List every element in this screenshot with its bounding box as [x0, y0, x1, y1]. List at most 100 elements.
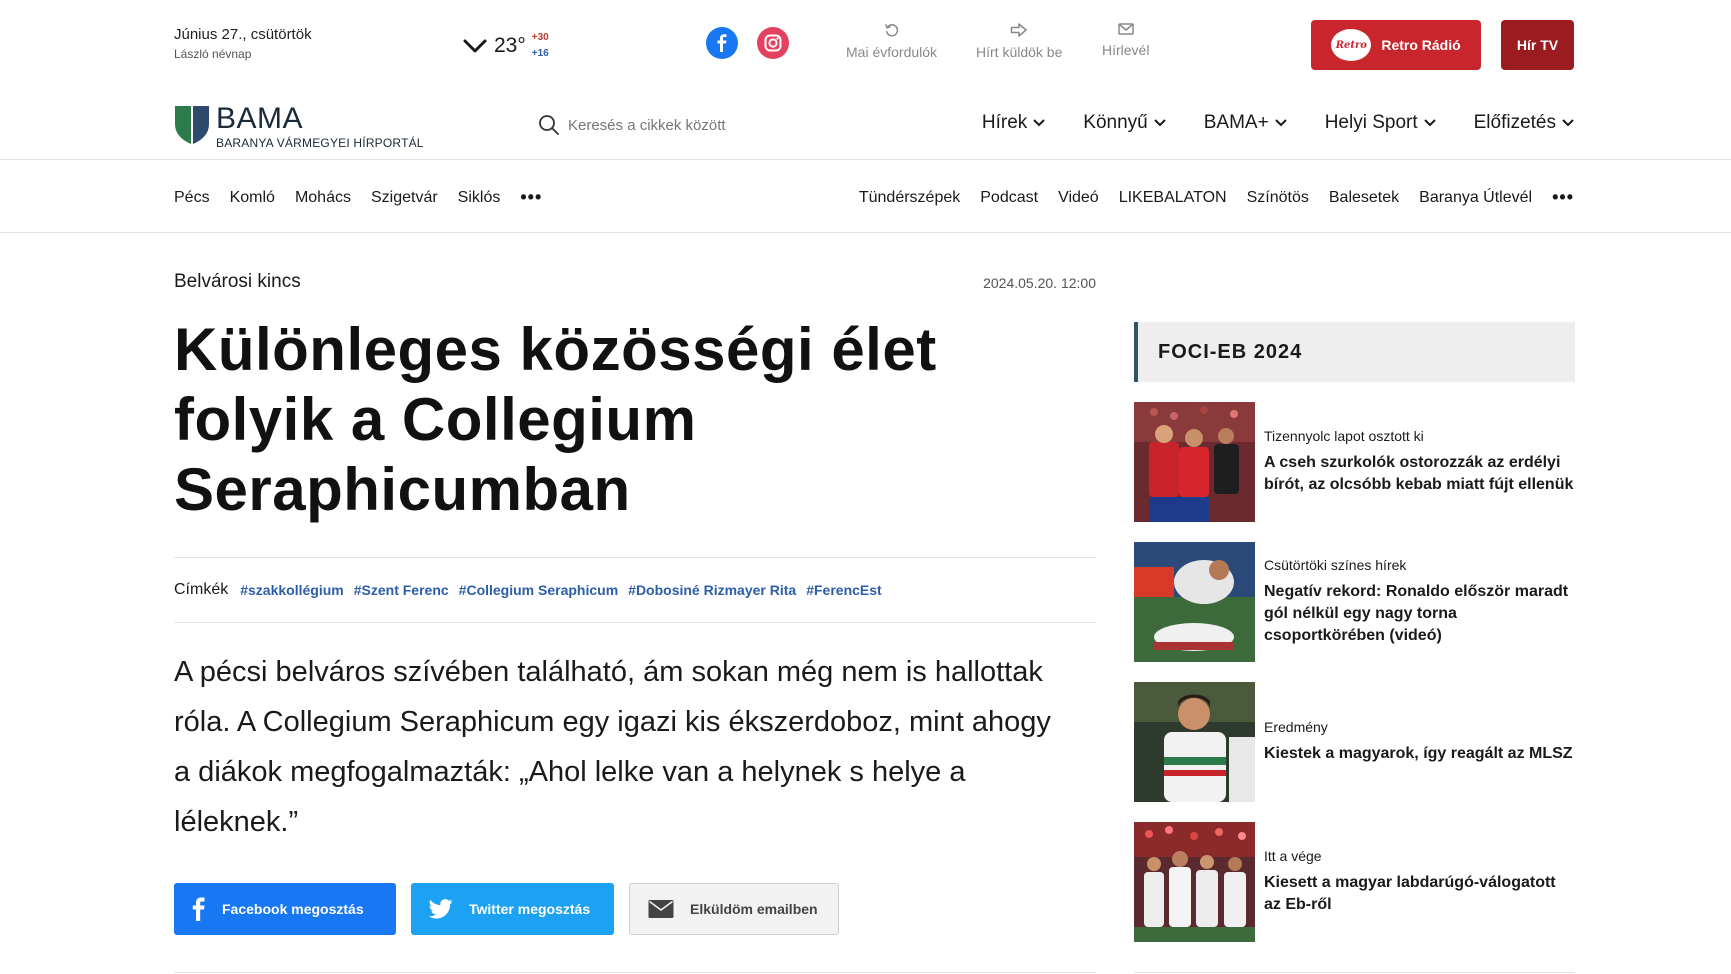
logo-subtitle: BARANYA VÁRMEGYEI HÍRPORTÁL	[216, 136, 424, 150]
nav-hirek-label: Hírek	[981, 112, 1028, 133]
nav-konnyu[interactable]: Könnyű	[1083, 112, 1166, 134]
team-players-image	[1134, 822, 1255, 942]
sidebar-news-item[interactable]: Tizennyolc lapot osztott ki A cseh szurk…	[1134, 402, 1575, 522]
search-icon	[539, 115, 559, 135]
subnav-item-video[interactable]: Videó	[1058, 189, 1099, 207]
nameday: László névnap	[174, 47, 252, 61]
sidebar-title: FOCI-EB 2024	[1134, 322, 1575, 382]
subnav-item-szinotos[interactable]: Színötös	[1247, 189, 1309, 207]
sidebar-news-item[interactable]: Eredmény Kiestek a magyarok, így reagált…	[1134, 682, 1575, 802]
facebook-icon	[192, 897, 205, 921]
news-title[interactable]: Kiesett a magyar labdarúgó-válogatott az…	[1264, 872, 1575, 916]
main-header: BAMA BARANYA VÁRMEGYEI HÍRPORTÁL Hírek K…	[0, 88, 1731, 160]
news-title[interactable]: A cseh szurkolók ostorozzák az erdélyi b…	[1264, 452, 1575, 496]
news-kicker: Tizennyolc lapot osztott ki	[1264, 428, 1424, 444]
news-body: Csütörtöki színes hírek Negatív rekord: …	[1264, 542, 1575, 662]
city-links: Pécs Komló Mohács Szigetvár Siklós •••	[174, 187, 542, 208]
subnav-item-szigetvar[interactable]: Szigetvár	[371, 189, 438, 207]
twitter-share-button[interactable]: Twitter megosztás	[411, 883, 614, 935]
nav-helyi-sport[interactable]: Helyi Sport	[1325, 112, 1436, 134]
email-share-button[interactable]: Elküldöm emailben	[629, 883, 839, 935]
tag-link[interactable]: #Szent Ferenc	[354, 582, 449, 598]
logo-name: BAMA	[216, 102, 304, 135]
article-kicker: Belvárosi kincs	[174, 271, 301, 292]
chevron-down-icon	[463, 39, 487, 53]
nav-hirek[interactable]: Hírek	[981, 112, 1046, 134]
nav-bama-plus[interactable]: BAMA+	[1204, 112, 1287, 134]
chevron-down-icon	[1154, 119, 1166, 127]
send-arrow-icon	[1010, 23, 1027, 37]
divider	[1134, 972, 1575, 973]
subnav-item-mohacs[interactable]: Mohács	[295, 189, 351, 207]
news-thumbnail	[1134, 682, 1255, 802]
news-kicker: Itt a vége	[1264, 848, 1322, 864]
sidebar-news-item[interactable]: Itt a vége Kiesett a magyar labdarúgó-vá…	[1134, 822, 1575, 942]
nav-elofizetes-label: Előfizetés	[1473, 112, 1556, 133]
subnav-item-siklos[interactable]: Siklós	[458, 189, 501, 207]
facebook-link[interactable]	[706, 27, 738, 59]
tag-list: Címkék #szakkollégium #Szent Ferenc #Col…	[174, 557, 1096, 623]
send-news-label: Hírt küldök be	[976, 44, 1063, 60]
temperature: 23°	[494, 34, 526, 57]
chevron-down-icon	[1562, 119, 1574, 127]
secondary-navigation: Pécs Komló Mohács Szigetvár Siklós ••• T…	[0, 161, 1731, 233]
main-navigation: Hírek Könnyű BAMA+ Helyi Sport Előfizeté…	[982, 112, 1574, 134]
anniversaries-link[interactable]: Mai évfordulók	[846, 22, 937, 60]
weather-widget[interactable]: 23° +30 +16	[462, 30, 549, 62]
instagram-link[interactable]	[757, 27, 789, 59]
newsletter-link[interactable]: Hírlevél	[1102, 22, 1149, 58]
more-topics-button[interactable]: •••	[1552, 187, 1574, 208]
tag-link[interactable]: #Dobosiné Rizmayer Rita	[628, 582, 796, 598]
news-title[interactable]: Kiestek a magyarok, így reagált az MLSZ	[1264, 743, 1573, 765]
newsletter-label: Hírlevél	[1102, 42, 1150, 58]
sidebar-news-item[interactable]: Csütörtöki színes hírek Negatív rekord: …	[1134, 542, 1575, 662]
subnav-item-pecs[interactable]: Pécs	[174, 189, 210, 207]
temperature-range: +30 +16	[532, 30, 549, 62]
hir-tv-button[interactable]: Hír TV	[1501, 20, 1574, 70]
twitter-share-label: Twitter megosztás	[469, 901, 591, 917]
retro-radio-button[interactable]: Retro Retro Rádió	[1311, 20, 1481, 70]
news-thumbnail	[1134, 402, 1255, 522]
subnav-item-podcast[interactable]: Podcast	[980, 189, 1038, 207]
search-input[interactable]	[568, 116, 808, 134]
news-kicker: Csütörtöki színes hírek	[1264, 557, 1407, 573]
more-cities-button[interactable]: •••	[520, 187, 542, 208]
history-icon	[884, 24, 898, 37]
logo-text: BAMA BARANYA VÁRMEGYEI HÍRPORTÁL	[216, 102, 424, 151]
tag-link[interactable]: #szakkollégium	[240, 582, 344, 598]
search-box[interactable]	[538, 110, 838, 140]
topic-links: Tündérszépek Podcast Videó LIKEBALATON S…	[859, 187, 1574, 208]
top-utility-bar: Június 27., csütörtök László névnap 23° …	[0, 0, 1731, 88]
subnav-item-baranya-utlevel[interactable]: Baranya Útlevél	[1419, 189, 1532, 207]
news-title[interactable]: Negatív rekord: Ronaldo először maradt g…	[1264, 581, 1575, 647]
subnav-item-likebalaton[interactable]: LIKEBALATON	[1119, 189, 1227, 207]
retro-radio-logo: Retro	[1331, 29, 1372, 61]
subnav-item-balesetek[interactable]: Balesetek	[1329, 189, 1399, 207]
temperature-min: +16	[531, 48, 549, 59]
site-logo[interactable]: BAMA BARANYA VÁRMEGYEI HÍRPORTÁL	[174, 104, 424, 150]
tag-link[interactable]: #Collegium Seraphicum	[459, 582, 618, 598]
tags-label: Címkék	[174, 581, 229, 598]
hungarian-player-image	[1134, 682, 1255, 802]
shield-logo-icon	[175, 106, 209, 144]
current-date: Június 27., csütörtök	[174, 26, 312, 43]
nav-elofizetes[interactable]: Előfizetés	[1474, 112, 1574, 134]
news-thumbnail	[1134, 542, 1255, 662]
subnav-item-tunderszepek[interactable]: Tündérszépek	[859, 189, 960, 207]
facebook-share-label: Facebook megosztás	[222, 901, 364, 917]
football-players-image	[1134, 402, 1255, 522]
twitter-icon	[429, 899, 453, 919]
sidebar-foci-eb: FOCI-EB 2024 Tizennyolc lapot osztott ki…	[1134, 322, 1575, 942]
facebook-icon	[717, 34, 727, 52]
article-lead: A pécsi belváros szívében található, ám …	[174, 656, 1051, 838]
divider	[174, 972, 1096, 973]
chevron-down-icon	[1423, 119, 1436, 127]
article: Belvárosi kincs 2024.05.20. 12:00 Különl…	[174, 233, 1096, 935]
send-news-link[interactable]: Hírt küldök be	[976, 22, 1062, 60]
tag-link[interactable]: #FerencEst	[806, 582, 881, 598]
article-title: Különleges közösségi élet folyik a Colle…	[174, 316, 937, 523]
envelope-icon	[648, 900, 674, 918]
anniversaries-label: Mai évfordulók	[846, 44, 938, 60]
subnav-item-komlo[interactable]: Komló	[230, 189, 275, 207]
facebook-share-button[interactable]: Facebook megosztás	[174, 883, 396, 935]
